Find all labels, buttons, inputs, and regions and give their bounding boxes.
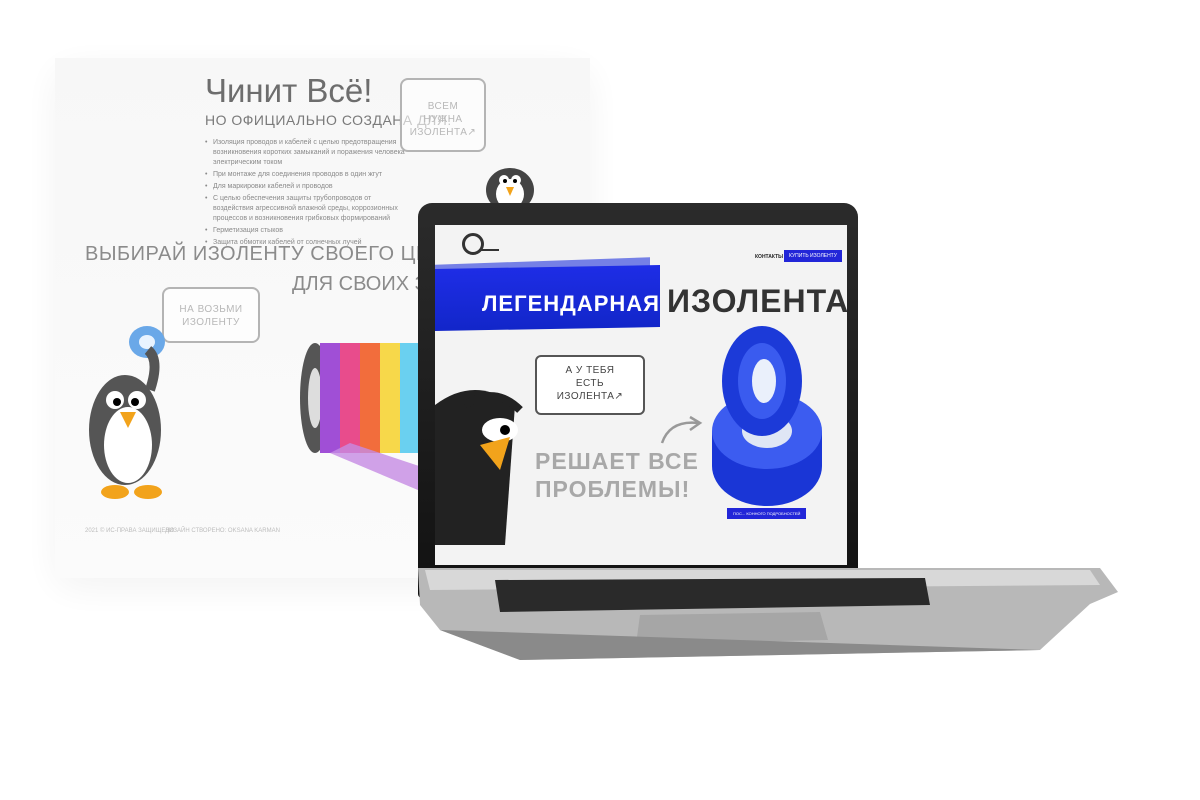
laptop-screen: КОНТАКТЫ КУПИТЬ ИЗОЛЕНТУ ЛЕГЕНДАРНАЯ ИЗО…	[435, 225, 847, 565]
more-details-button[interactable]: ПОС... КОННОГО ПОДРОБНОСТЕЙ	[727, 508, 807, 519]
bg-footer-design: ДИЗАЙН СТВОРЕНО: OKSANA KARMAN	[165, 528, 280, 534]
bubble-line: НА ВОЗЬМИ	[179, 304, 243, 315]
bg-title: Чинит Всё!	[205, 72, 373, 109]
penguin-icon	[486, 168, 534, 210]
bubble-line: НУЖНА	[423, 114, 463, 125]
penguin-mascot-icon	[435, 390, 523, 545]
solves-line: РЕШАЕТ ВСЕ	[535, 448, 699, 474]
list-item: Для маркировки кабелей и проводов	[205, 182, 405, 192]
list-item: Герметизация стыков	[205, 226, 405, 236]
bg-choose-heading: ВЫБИРАЙ ИЗОЛЕНТУ СВОЕГО ЦВЕТА	[85, 243, 470, 265]
list-item: При монтаже для соединения проводов в од…	[205, 170, 405, 180]
bubble-line: ИЗОЛЕНТА↗	[556, 391, 624, 402]
arrow-icon	[660, 415, 703, 444]
screen-speech-bubble: А У ТЕБЯ ЕСТЬ ИЗОЛЕНТА↗	[535, 355, 645, 415]
list-item: С целью обеспечения защиты трубопроводов…	[205, 194, 405, 224]
bg-footer-copyright: 2021 © ИС-ПРАВА ЗАЩИЩЕНО	[85, 528, 175, 534]
bubble-line: ЕСТЬ	[575, 378, 605, 389]
tape-roll-icon	[712, 326, 822, 506]
hero-title-legendary: ЛЕГЕНДАРНАЯ	[482, 291, 660, 316]
bubble-line: А У ТЕБЯ	[565, 365, 615, 376]
laptop-base	[418, 568, 1118, 660]
hero-title-tape: ИЗОЛЕНТА	[667, 283, 847, 319]
logo-icon[interactable]	[462, 233, 499, 255]
list-item: Изоляция проводов и кабелей с целью пред…	[205, 138, 405, 168]
bubble-line: ИЗОЛЕНТА↗	[409, 127, 477, 138]
bubble-line: ВСЕМ	[427, 101, 459, 112]
solves-line: ПРОБЛЕМЫ!	[535, 476, 691, 502]
solves-heading: РЕШАЕТ ВСЕ ПРОБЛЕМЫ!	[535, 447, 705, 503]
tape-stripes-image	[300, 343, 425, 493]
buy-tape-button[interactable]: КУПИТЬ ИЗОЛЕНТУ	[784, 250, 842, 262]
bg-usage-list: Изоляция проводов и кабелей с целью пред…	[205, 138, 405, 250]
penguin-holding-tape-icon	[89, 326, 165, 499]
nav-contacts-link[interactable]: КОНТАКТЫ	[755, 254, 783, 260]
bg-speech-bubble-top: ВСЕМ НУЖНА ИЗОЛЕНТА↗	[400, 78, 486, 152]
